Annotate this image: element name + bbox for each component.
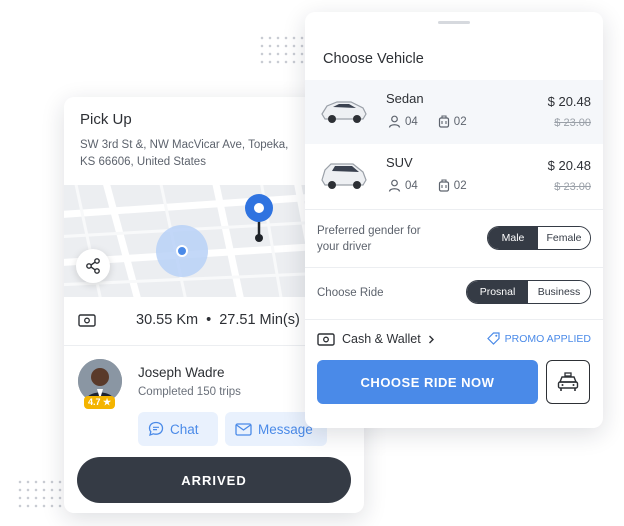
driver-rating-badge: 4.7 ★ — [84, 396, 116, 409]
pickup-title: Pick Up — [80, 111, 132, 128]
user-icon — [388, 179, 401, 192]
divider — [305, 267, 603, 268]
cash-icon — [317, 332, 335, 346]
vehicle-price: $ 20.48 — [547, 94, 591, 109]
drag-handle[interactable] — [438, 21, 470, 24]
passenger-count: 04 — [405, 115, 418, 128]
bag-count: 02 — [453, 115, 467, 128]
gender-label: Preferred gender for your driver — [317, 225, 421, 253]
current-location-dot — [176, 245, 188, 257]
decor-dots-top — [258, 34, 304, 68]
tag-icon — [486, 332, 500, 345]
vehicle-option-suv[interactable]: SUV 04 02 $ 20.48 $ 23.00 — [305, 144, 603, 208]
arrived-button[interactable]: ARRIVED — [77, 457, 351, 503]
vehicle-capacity: 04 02 — [388, 115, 467, 128]
mail-icon — [235, 422, 252, 436]
share-icon — [86, 258, 100, 274]
trip-duration: 27.51 Min(s) — [219, 312, 300, 328]
location-pin-icon[interactable] — [244, 193, 274, 223]
pickup-address: SW 3rd St &, NW MacVicar Ave, Topeka, KS… — [80, 139, 289, 168]
vehicle-old-price: $ 23.00 — [554, 117, 591, 129]
bag-count: 02 — [453, 179, 467, 192]
choose-vehicle-panel: Choose Vehicle Sedan 04 02 $ 20.48 $ 23.… — [305, 12, 603, 428]
gender-option-female[interactable]: Female — [538, 227, 590, 249]
chat-icon — [148, 421, 164, 437]
passenger-count: 04 — [405, 179, 418, 192]
vehicle-capacity: 04 02 — [388, 179, 467, 192]
chevron-right-icon — [428, 335, 434, 343]
luggage-icon — [438, 179, 449, 192]
choose-ride-now-button[interactable]: CHOOSE RIDE NOW — [317, 360, 538, 404]
trip-separator: • — [206, 312, 212, 328]
chat-button[interactable]: Chat — [138, 412, 218, 446]
sedan-car-icon — [321, 101, 367, 123]
divider — [305, 319, 603, 320]
decor-dots-bottom — [16, 478, 64, 510]
divider — [305, 209, 603, 210]
ride-option-prosnal[interactable]: Prosnal — [467, 281, 528, 303]
vehicle-name: Sedan — [386, 91, 424, 106]
payment-method-selector[interactable]: Cash & Wallet — [317, 332, 435, 346]
vehicle-price: $ 20.48 — [547, 158, 591, 173]
taxi-button[interactable] — [546, 360, 590, 404]
user-icon — [388, 115, 401, 128]
driver-name: Joseph Wadre — [138, 365, 225, 380]
message-label: Message — [258, 421, 313, 437]
trip-distance: 30.55 Km — [136, 312, 199, 328]
ride-label: Choose Ride — [317, 287, 384, 299]
suv-car-icon — [321, 163, 367, 189]
gender-option-male[interactable]: Male — [488, 227, 538, 249]
ride-option-business[interactable]: Business — [528, 281, 590, 303]
ride-type-toggle[interactable]: Prosnal Business — [466, 280, 591, 304]
payment-method-label: Cash & Wallet — [342, 332, 421, 346]
driver-trips: Completed 150 trips — [138, 386, 241, 398]
taxi-icon — [557, 372, 579, 391]
luggage-icon — [438, 115, 449, 128]
cash-icon — [78, 314, 96, 327]
vehicle-option-sedan[interactable]: Sedan 04 02 $ 20.48 $ 23.00 — [305, 80, 603, 144]
panel-title: Choose Vehicle — [323, 51, 424, 67]
promo-applied-link[interactable]: PROMO APPLIED — [486, 332, 591, 345]
trip-distance-duration: 30.55 Km • 27.51 Min(s) — [136, 312, 300, 328]
share-button[interactable] — [76, 249, 110, 283]
promo-label: PROMO APPLIED — [504, 332, 591, 345]
gender-toggle[interactable]: Male Female — [487, 226, 591, 250]
chat-label: Chat — [170, 421, 199, 437]
vehicle-old-price: $ 23.00 — [554, 181, 591, 193]
vehicle-name: SUV — [386, 155, 413, 170]
